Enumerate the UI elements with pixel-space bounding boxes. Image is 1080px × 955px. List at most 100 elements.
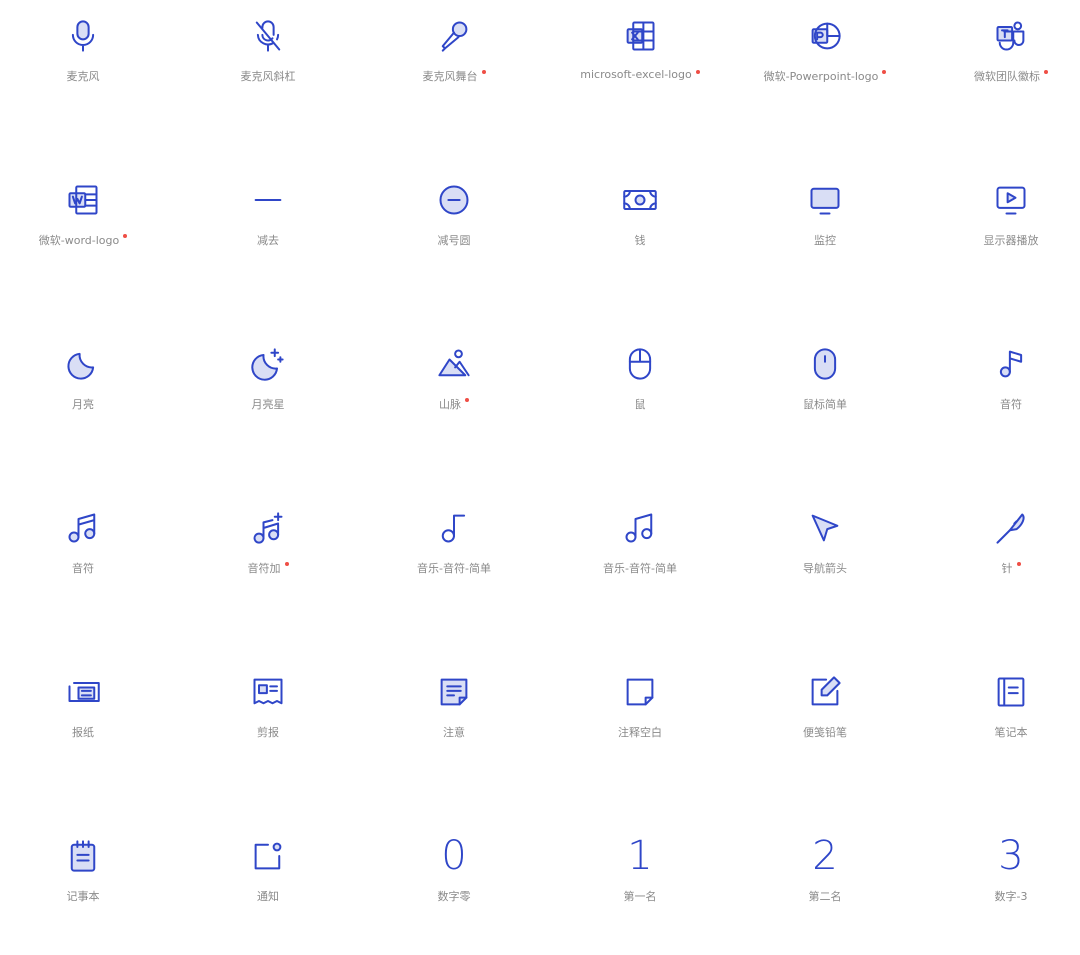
note-pencil-icon: [805, 672, 845, 712]
mouse-icon: [620, 344, 660, 384]
icon-card[interactable]: 音乐-音符-简单: [547, 508, 733, 588]
icon-label-row: 微软-word-logo: [0, 232, 176, 248]
icon-card[interactable]: 2 第二名: [732, 836, 918, 916]
icon-label-row: 数字-3: [918, 888, 1080, 904]
icon-card[interactable]: 1 第一名: [547, 836, 733, 916]
icon-label-row: 音乐-音符-简单: [547, 560, 733, 576]
icon-card[interactable]: 剪报: [175, 672, 361, 752]
icon-label-row: 音符: [918, 396, 1080, 412]
icon-card[interactable]: 音符加: [175, 508, 361, 588]
icon-label: 通知: [257, 890, 279, 903]
icon-label-row: 显示器播放: [918, 232, 1080, 248]
icon-card[interactable]: 麦克风斜杠: [175, 16, 361, 96]
icon-label: 麦克风舞台: [422, 70, 478, 83]
icon-label-row: 便笺铅笔: [732, 724, 918, 740]
icon-card[interactable]: 麦克风: [0, 16, 176, 96]
icon-label-row: 鼠: [547, 396, 733, 412]
mouse-simple-icon: [805, 344, 845, 384]
icon-label-row: 减号圆: [361, 232, 547, 248]
new-indicator-dot: [1044, 70, 1048, 74]
icon-label-row: 第二名: [732, 888, 918, 904]
icon-card[interactable]: 鼠: [547, 344, 733, 424]
icon-card[interactable]: 监控: [732, 180, 918, 260]
icon-label-row: 记事本: [0, 888, 176, 904]
icon-card[interactable]: 麦克风舞台: [361, 16, 547, 96]
microphone-icon: [63, 16, 103, 56]
icon-card[interactable]: 报纸: [0, 672, 176, 752]
new-indicator-dot: [284, 562, 289, 566]
number-glyph: 3: [998, 833, 1024, 879]
music-note-icon: [991, 344, 1031, 384]
icon-card[interactable]: 注意: [361, 672, 547, 752]
icon-card[interactable]: 月亮星: [175, 344, 361, 424]
icon-label-row: microsoft-excel-logo: [547, 68, 733, 81]
icon-label-row: 音符加: [175, 560, 361, 576]
icon-label: 第一名: [623, 890, 657, 903]
icon-label: 鼠标简单: [803, 398, 847, 411]
new-indicator-dot: [695, 70, 700, 74]
icon-card[interactable]: 针: [918, 508, 1080, 588]
icon-label: 微软-Powerpoint-logo: [763, 70, 879, 83]
monitor-icon: [805, 180, 845, 220]
icon-card[interactable]: 微软-Powerpoint-logo: [732, 16, 918, 96]
number-zero-icon: 0: [434, 836, 474, 876]
icon-label: 剪报: [257, 726, 279, 739]
icon-label: 减去: [257, 234, 279, 247]
icon-label-row: 音符: [0, 560, 176, 576]
number-two-icon: 2: [805, 836, 845, 876]
icon-label: 减号圆: [437, 234, 471, 247]
icon-card[interactable]: 3 数字-3: [918, 836, 1080, 916]
icon-label: 音符加: [247, 562, 281, 575]
icon-label: 鼠: [634, 398, 646, 411]
icon-card[interactable]: 鼠标简单: [732, 344, 918, 424]
icon-label-row: 通知: [175, 888, 361, 904]
icon-card[interactable]: 减号圆: [361, 180, 547, 260]
icon-card[interactable]: 音乐-音符-简单: [361, 508, 547, 588]
icon-card[interactable]: 便笺铅笔: [732, 672, 918, 752]
icon-label-row: 月亮: [0, 396, 176, 412]
icon-card[interactable]: 笔记本: [918, 672, 1080, 752]
moon-star-icon: [248, 344, 288, 384]
icon-card[interactable]: 注释空白: [547, 672, 733, 752]
icon-card[interactable]: 月亮: [0, 344, 176, 424]
icon-label: 注意: [443, 726, 465, 739]
minus-circle-icon: [434, 180, 474, 220]
number-glyph: 2: [812, 833, 838, 879]
minus-icon: [248, 180, 288, 220]
icon-card[interactable]: 通知: [175, 836, 361, 916]
icon-label-row: 音乐-音符-简单: [361, 560, 547, 576]
icon-card[interactable]: 钱: [547, 180, 733, 260]
icon-label-row: 针: [918, 560, 1080, 576]
number-glyph: 1: [627, 833, 653, 879]
icon-card[interactable]: 微软团队徽标: [918, 16, 1080, 96]
stage-microphone-icon: [434, 16, 474, 56]
icon-label: 记事本: [66, 890, 100, 903]
icon-label-row: 笔记本: [918, 724, 1080, 740]
icon-card[interactable]: 记事本: [0, 836, 176, 916]
icon-label: 笔记本: [994, 726, 1028, 739]
icon-card[interactable]: 0 数字零: [361, 836, 547, 916]
notepad-icon: [63, 836, 103, 876]
icon-label-row: 监控: [732, 232, 918, 248]
icon-card[interactable]: 减去: [175, 180, 361, 260]
icon-label-row: 注释空白: [547, 724, 733, 740]
number-glyph: 0: [441, 833, 467, 879]
icon-card[interactable]: 导航箭头: [732, 508, 918, 588]
icon-card[interactable]: microsoft-excel-logo: [547, 16, 733, 96]
icon-label: 数字零: [437, 890, 471, 903]
number-one-icon: 1: [620, 836, 660, 876]
icon-label-row: 导航箭头: [732, 560, 918, 576]
icon-card[interactable]: 显示器播放: [918, 180, 1080, 260]
teams-logo-icon: [991, 16, 1031, 56]
icon-label-row: 剪报: [175, 724, 361, 740]
moon-icon: [63, 344, 103, 384]
music-notes-plus-icon: [248, 508, 288, 548]
icon-card[interactable]: 音符: [0, 508, 176, 588]
icon-card[interactable]: 音符: [918, 344, 1080, 424]
icon-card[interactable]: 微软-word-logo: [0, 180, 176, 260]
icon-label: 月亮: [72, 398, 94, 411]
newspaper-clipping-icon: [248, 672, 288, 712]
excel-logo-icon: [620, 16, 660, 56]
powerpoint-logo-icon: [805, 16, 845, 56]
icon-card[interactable]: 山脉: [361, 344, 547, 424]
